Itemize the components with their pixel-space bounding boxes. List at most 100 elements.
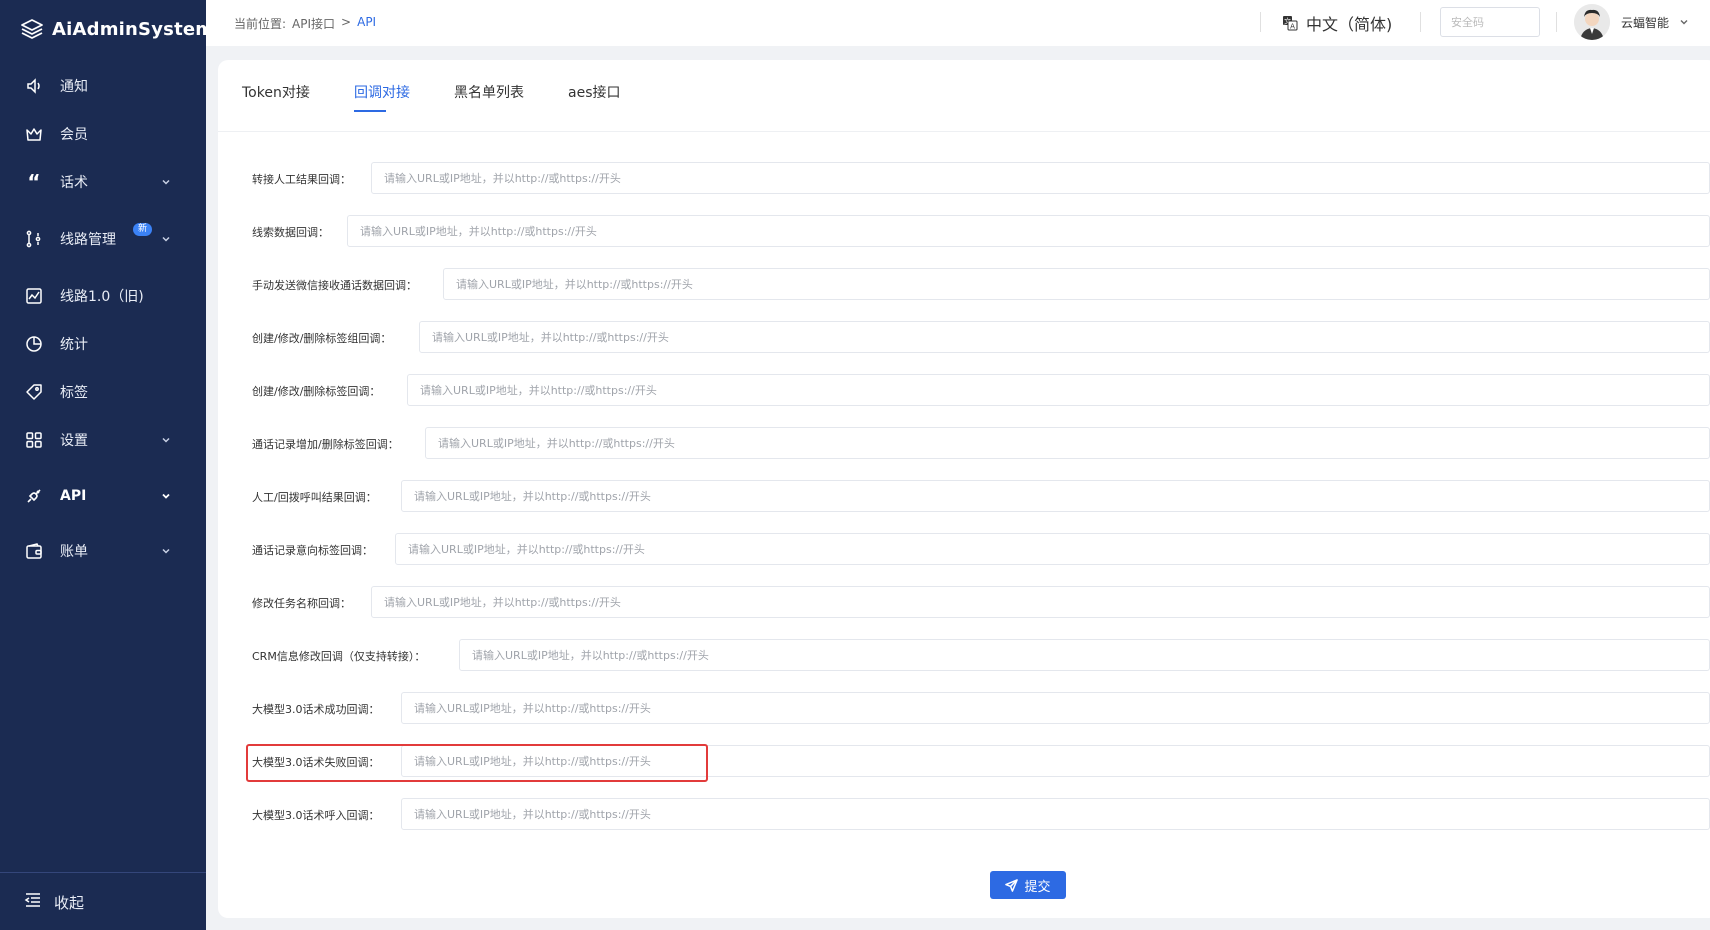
field-label: 线索数据回调：: [252, 226, 329, 239]
tab-aes[interactable]: aes接口: [568, 82, 621, 112]
language-switcher[interactable]: 文A 中文（简体): [1282, 11, 1392, 35]
tab-bar: Token对接 回调对接 黑名单列表 aes接口: [218, 60, 1710, 132]
sidebar-item-stats[interactable]: 统计: [0, 322, 206, 366]
layers-icon: [21, 19, 43, 39]
sidebar-item-label: 话术: [60, 175, 88, 191]
llm-script-success-callback-input[interactable]: [401, 692, 1710, 724]
form-row: 修改任务名称回调：: [218, 586, 1710, 620]
user-avatar-icon: [1574, 4, 1610, 40]
breadcrumb-prefix: 当前位置:: [234, 17, 287, 31]
wechat-call-data-callback-input[interactable]: [443, 268, 1710, 300]
sidebar-item-label: 通知: [60, 79, 88, 95]
form-row: 大模型3.0话术失败回调：: [218, 745, 1710, 779]
active-tab-indicator: [354, 110, 386, 112]
sidebar-item-billing[interactable]: 账单: [0, 529, 206, 573]
form-row: 手动发送微信接收通话数据回调：: [218, 268, 1710, 302]
form-row: 大模型3.0话术成功回调：: [218, 692, 1710, 726]
breadcrumb-current: API: [357, 15, 377, 29]
collapse-sidebar-button[interactable]: 收起: [0, 880, 206, 924]
form-row: 人工/回拨呼叫结果回调：: [218, 480, 1710, 514]
collapse-label: 收起: [54, 893, 85, 912]
field-label: 修改任务名称回调：: [252, 597, 351, 610]
speaker-icon: [24, 76, 44, 96]
app-title: AiAdminSystem: [52, 18, 215, 40]
field-label: 大模型3.0话术失败回调：: [252, 756, 380, 769]
tag-group-callback-input[interactable]: [419, 321, 1710, 353]
grid-icon: [24, 430, 44, 450]
sidebar-item-label: 账单: [60, 544, 88, 560]
field-label: 创建/修改/删除标签回调：: [252, 385, 381, 398]
sidebar-item-notice[interactable]: 通知: [0, 64, 206, 108]
crm-update-callback-input[interactable]: [459, 639, 1710, 671]
task-rename-callback-input[interactable]: [371, 586, 1710, 618]
route-icon: [24, 229, 44, 249]
call-record-tag-callback-input[interactable]: [425, 427, 1710, 459]
lead-data-callback-input[interactable]: [347, 215, 1710, 247]
breadcrumb: 当前位置: API接口 > API: [234, 15, 376, 32]
sidebar-item-label: 线路1.0（旧): [60, 289, 144, 305]
callback-call-result-input[interactable]: [401, 480, 1710, 512]
sidebar-item-script[interactable]: “ 话术: [0, 160, 206, 204]
sidebar-item-label: 会员: [60, 127, 88, 143]
pie-icon: [24, 334, 44, 354]
security-code-input[interactable]: [1440, 7, 1540, 37]
field-label: CRM信息修改回调（仅支持转接）：: [252, 650, 426, 663]
avatar[interactable]: [1574, 4, 1610, 40]
sidebar-item-label: API: [60, 488, 87, 504]
sidebar-item-label: 标签: [60, 385, 88, 401]
intent-tag-callback-input[interactable]: [395, 533, 1710, 565]
chevron-down-icon: [162, 236, 170, 242]
plug-icon: [24, 486, 44, 506]
header-divider: [1420, 12, 1421, 32]
form-row: 线索数据回调：: [218, 215, 1710, 249]
crown-icon: [24, 124, 44, 144]
breadcrumb-separator: >: [341, 15, 352, 29]
header-divider: [1556, 12, 1557, 32]
sidebar-item-member[interactable]: 会员: [0, 112, 206, 156]
field-label: 大模型3.0话术成功回调：: [252, 703, 380, 716]
app-logo[interactable]: AiAdminSystem: [20, 14, 214, 44]
sidebar-item-api[interactable]: API: [0, 474, 206, 518]
top-header: 当前位置: API接口 > API 文A 中文（简体) 云蝠智能: [206, 0, 1710, 46]
header-divider: [1260, 12, 1261, 32]
field-label: 人工/回拨呼叫结果回调：: [252, 491, 377, 504]
field-label: 通话记录增加/删除标签回调：: [252, 438, 399, 451]
sidebar: AiAdminSystem 通知 会员 “ 话术 线路管理 新 线路1.0（旧): [0, 0, 214, 930]
sidebar-item-routes-v1[interactable]: 线路1.0（旧): [0, 274, 206, 318]
quote-icon: “: [27, 170, 41, 194]
chevron-down-icon: [162, 548, 170, 554]
llm-script-failure-callback-input[interactable]: [401, 745, 1710, 777]
tab-token[interactable]: Token对接: [242, 82, 310, 112]
sidebar-divider: [0, 872, 206, 873]
sidebar-item-label: 线路管理: [60, 232, 116, 248]
transfer-result-callback-input[interactable]: [371, 162, 1710, 194]
chevron-down-icon: [162, 493, 170, 499]
breadcrumb-parent[interactable]: API接口: [292, 15, 335, 32]
form-row: 创建/修改/删除标签回调：: [218, 374, 1710, 408]
user-name[interactable]: 云蝠智能: [1621, 14, 1669, 31]
tab-callback[interactable]: 回调对接: [354, 82, 410, 112]
field-label: 通话记录意向标签回调：: [252, 544, 373, 557]
form-row: 转接人工结果回调：: [218, 162, 1710, 196]
svg-text:A: A: [1290, 22, 1295, 30]
send-icon: [1005, 878, 1019, 892]
submit-button[interactable]: 提交: [990, 871, 1066, 899]
form-row: 通话记录增加/删除标签回调：: [218, 427, 1710, 461]
llm-script-inbound-callback-input[interactable]: [401, 798, 1710, 830]
language-label: 中文（简体): [1306, 15, 1393, 34]
field-label: 手动发送微信接收通话数据回调：: [252, 279, 417, 292]
wallet-icon: [24, 541, 44, 561]
translate-icon: 文A: [1283, 16, 1298, 31]
field-label: 转接人工结果回调：: [252, 173, 351, 186]
sidebar-item-routes[interactable]: 线路管理 新: [0, 217, 206, 261]
tab-blacklist[interactable]: 黑名单列表: [454, 82, 524, 112]
tag-callback-input[interactable]: [407, 374, 1710, 406]
chevron-down-icon[interactable]: [1678, 16, 1690, 28]
menu-fold-icon: [24, 891, 42, 913]
form-row: 创建/修改/删除标签组回调：: [218, 321, 1710, 355]
form-row: 大模型3.0话术呼入回调：: [218, 798, 1710, 832]
sidebar-item-settings[interactable]: 设置: [0, 418, 206, 462]
sidebar-item-tags[interactable]: 标签: [0, 370, 206, 414]
form-row: 通话记录意向标签回调：: [218, 533, 1710, 567]
sidebar-item-label: 设置: [60, 433, 88, 449]
